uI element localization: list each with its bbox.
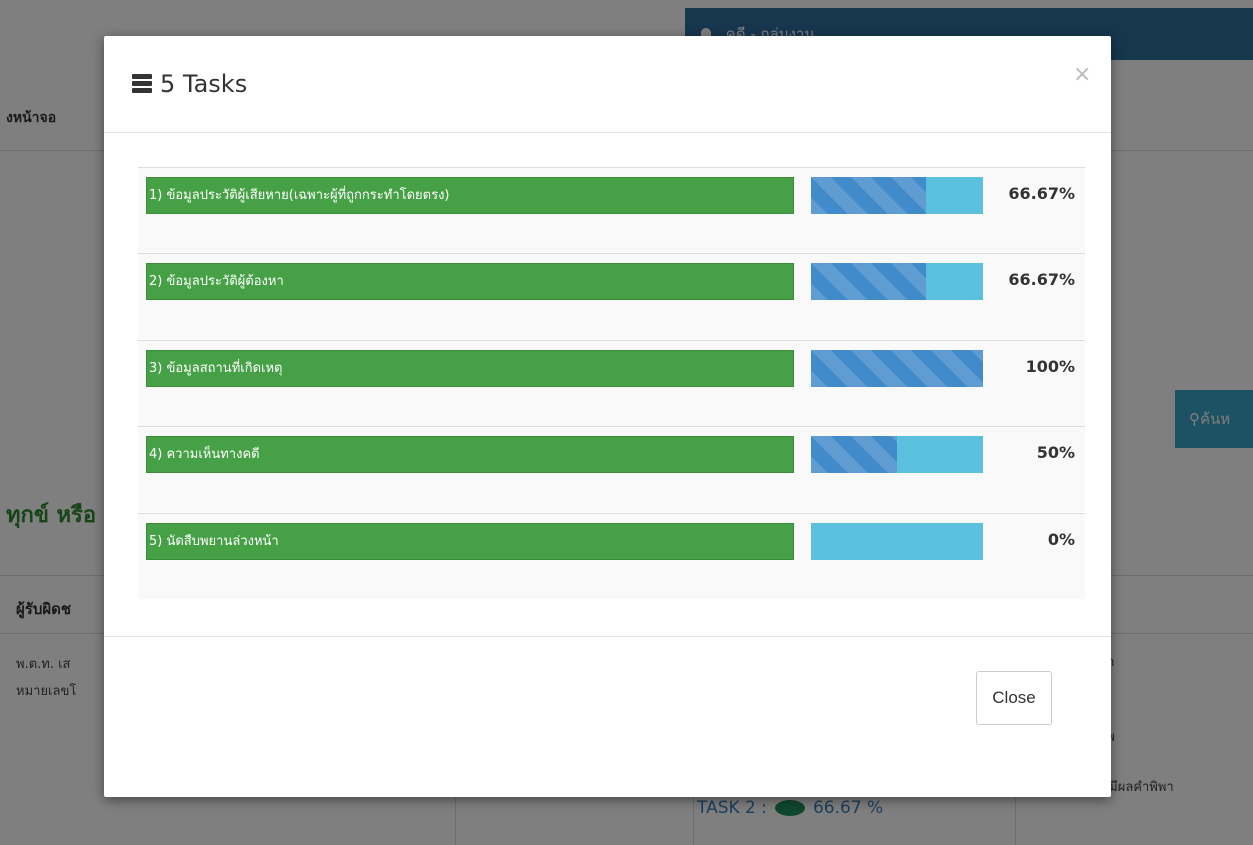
task-progress-bar — [811, 177, 983, 214]
task-label: 4) ความเห็นทางคดี — [146, 436, 794, 473]
task-progress-bar — [811, 263, 983, 300]
database-stack-icon — [132, 74, 152, 94]
task-percent: 66.67% — [1008, 184, 1075, 203]
modal-title-text: 5 Tasks — [160, 70, 248, 98]
task-row: 5) นัดสืบพยานล่วงหน้า 0% — [138, 513, 1085, 599]
task-row: 3) ข้อมูลสถานที่เกิดเหตุ 100% — [138, 340, 1085, 426]
task-percent: 100% — [1025, 357, 1075, 376]
task-label: 5) นัดสืบพยานล่วงหน้า — [146, 523, 794, 560]
task-progress-fill — [811, 436, 897, 473]
task-label: 3) ข้อมูลสถานที่เกิดเหตุ — [146, 350, 794, 387]
tasks-modal: 5 Tasks × 1) ข้อมูลประวัติผู้เสียหาย(เฉพ… — [104, 36, 1111, 797]
task-list: 1) ข้อมูลประวัติผู้เสียหาย(เฉพาะผู้ที่ถู… — [138, 167, 1085, 599]
close-icon[interactable]: × — [1073, 62, 1091, 87]
close-button[interactable]: Close — [976, 671, 1052, 725]
task-percent: 66.67% — [1008, 270, 1075, 289]
task-progress-fill — [811, 177, 926, 214]
task-percent: 0% — [1047, 530, 1075, 549]
task-progress-bar — [811, 523, 983, 560]
task-row: 2) ข้อมูลประวัติผู้ต้องหา 66.67% — [138, 253, 1085, 339]
modal-header: 5 Tasks × — [104, 36, 1111, 133]
task-label: 1) ข้อมูลประวัติผู้เสียหาย(เฉพาะผู้ที่ถู… — [146, 177, 794, 214]
modal-footer: Close — [104, 636, 1111, 798]
task-progress-fill — [811, 350, 983, 387]
task-progress-bar — [811, 436, 983, 473]
task-percent: 50% — [1036, 443, 1075, 462]
task-progress-fill — [811, 263, 926, 300]
task-row: 1) ข้อมูลประวัติผู้เสียหาย(เฉพาะผู้ที่ถู… — [138, 167, 1085, 253]
task-row: 4) ความเห็นทางคดี 50% — [138, 426, 1085, 512]
modal-title: 5 Tasks — [132, 70, 247, 98]
task-label: 2) ข้อมูลประวัติผู้ต้องหา — [146, 263, 794, 300]
task-progress-bar — [811, 350, 983, 387]
